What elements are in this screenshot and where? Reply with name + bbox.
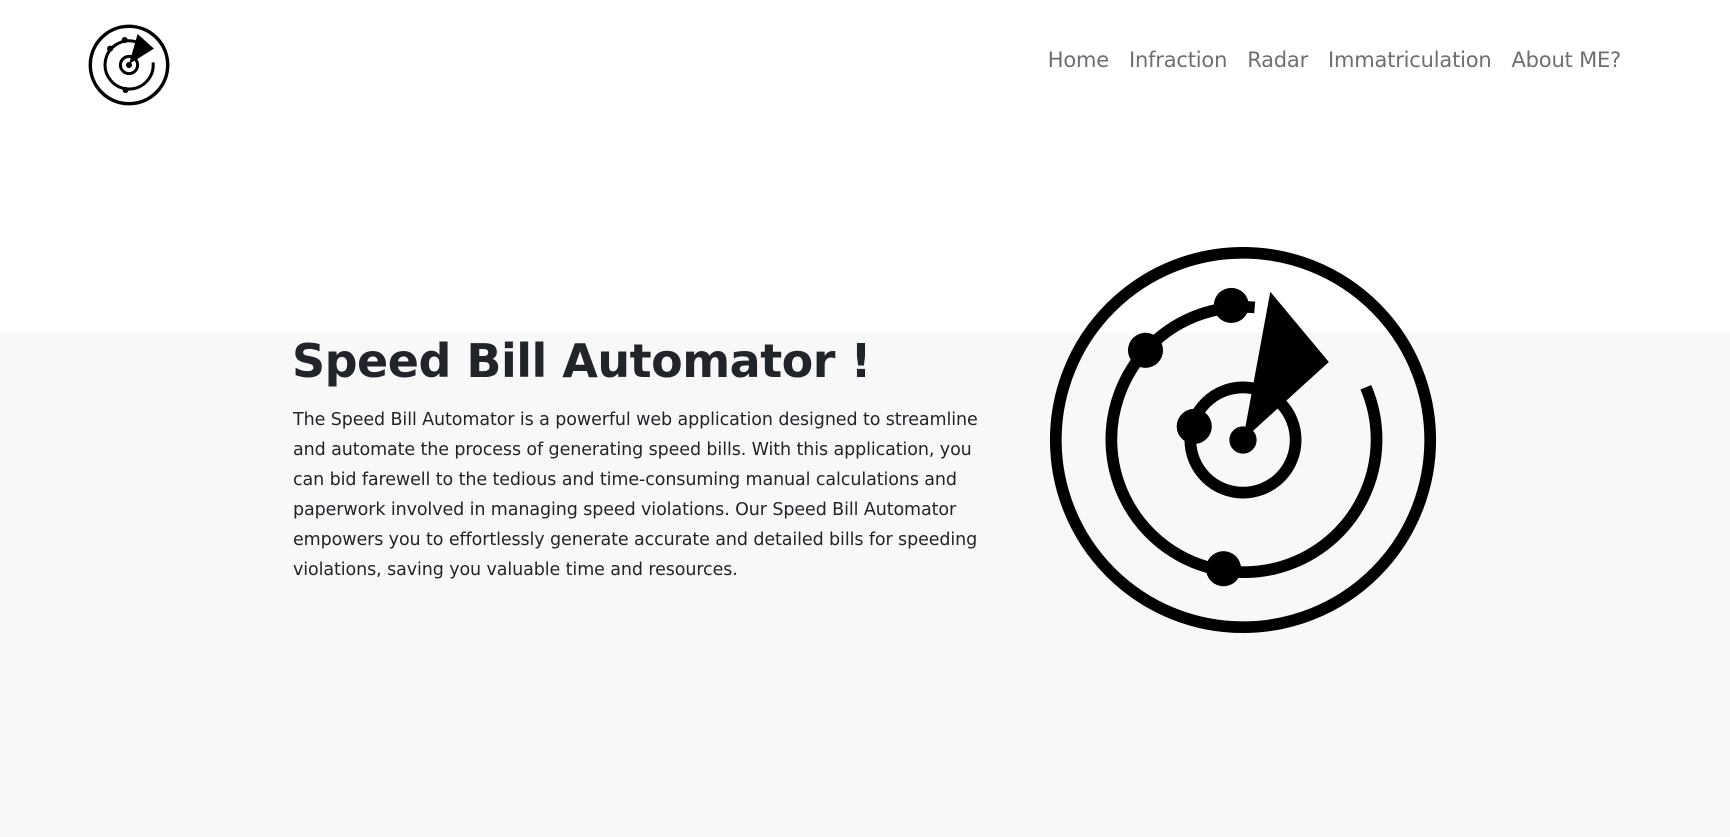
radar-icon[interactable] xyxy=(86,22,172,108)
nav-link-radar[interactable]: Radar xyxy=(1237,48,1318,72)
hero-description: The Speed Bill Automator is a powerful w… xyxy=(293,410,978,580)
hero-title: Speed Bill Automator ! xyxy=(292,334,871,388)
nav-link-home[interactable]: Home xyxy=(1038,48,1119,72)
nav-links: Home Infraction Radar Immatriculation Ab… xyxy=(1038,48,1631,72)
navbar: Home Infraction Radar Immatriculation Ab… xyxy=(0,0,1730,130)
radar-icon xyxy=(1049,246,1437,634)
page: Home Infraction Radar Immatriculation Ab… xyxy=(0,0,1730,837)
nav-link-immatriculation[interactable]: Immatriculation xyxy=(1318,48,1501,72)
nav-link-infraction[interactable]: Infraction xyxy=(1119,48,1237,72)
nav-link-about-me[interactable]: About ME? xyxy=(1502,48,1632,72)
